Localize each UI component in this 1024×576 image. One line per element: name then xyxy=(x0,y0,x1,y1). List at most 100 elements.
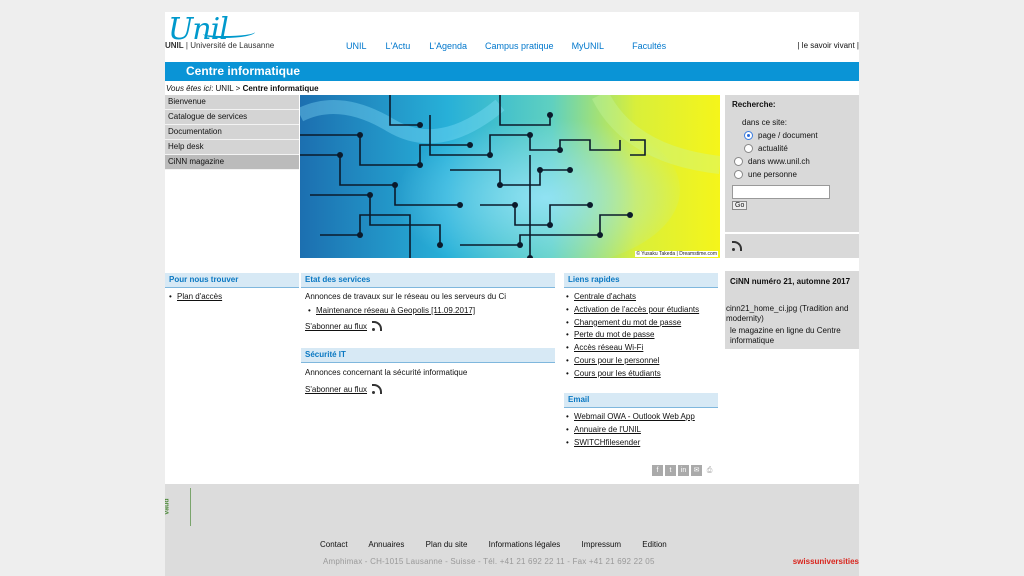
sidebar-item-bienvenue[interactable]: Bienvenue xyxy=(165,95,299,110)
subscribe-etat[interactable]: S'abonner au flux xyxy=(305,321,383,331)
link-cours-personnel[interactable]: Cours pour le personnel xyxy=(574,356,659,365)
breadcrumb: Vous êtes ici: UNIL > Centre informatiqu… xyxy=(166,84,319,93)
image-credit: © Yusaku Takeda | Dreamstime.com xyxy=(635,251,718,257)
unil-logo[interactable]: Unil UNIL | Université de Lausanne xyxy=(165,12,285,52)
footer-link-edition[interactable]: Edition xyxy=(642,540,666,549)
search-scope-label: dans ce site: xyxy=(742,118,787,127)
logo-text: UNIL | Université de Lausanne xyxy=(165,41,275,50)
page: Unil UNIL | Université de Lausanne UNIL … xyxy=(165,12,859,576)
radio-page-document[interactable]: page / document xyxy=(744,129,859,142)
nav-agenda[interactable]: L'Agenda xyxy=(429,41,467,51)
twitter-icon[interactable]: t xyxy=(665,465,676,476)
link-centrale-achats[interactable]: Centrale d'achats xyxy=(574,292,636,301)
etat-text: Annonces de travaux sur le réseau ou les… xyxy=(305,292,506,301)
nav-facultes[interactable]: Facultés xyxy=(632,41,666,51)
email-icon[interactable]: ✉ xyxy=(691,465,702,476)
tagline: | le savoir vivant | xyxy=(797,41,859,50)
radio-label: page / document xyxy=(758,131,818,140)
list-item[interactable]: Activation de l'accès pour étudiants xyxy=(565,305,699,318)
list-item[interactable]: Plan d'accès xyxy=(168,292,222,305)
radio-button-selected[interactable] xyxy=(744,131,753,140)
list-item[interactable]: Maintenance réseau à Geopolis [11.09.201… xyxy=(307,306,475,319)
link-maintenance[interactable]: Maintenance réseau à Geopolis [11.09.201… xyxy=(316,306,475,315)
cinn-panel: CiNN numéro 21, automne 2017 cinn21_home… xyxy=(725,271,859,349)
nav-actu[interactable]: L'Actu xyxy=(386,41,411,51)
facebook-icon[interactable]: f xyxy=(652,465,663,476)
sidebar: Bienvenue Catalogue de services Document… xyxy=(165,95,299,170)
link-activation-acces[interactable]: Activation de l'accès pour étudiants xyxy=(574,305,699,314)
radio-button[interactable] xyxy=(744,144,753,153)
vaud-logo[interactable]: vaud xyxy=(165,488,191,526)
link-annuaire[interactable]: Annuaire de l'UNIL xyxy=(574,425,641,434)
link-switchfilesender[interactable]: SWITCHfilesender xyxy=(574,438,640,447)
rss-icon[interactable] xyxy=(372,384,383,394)
footer-link-contact[interactable]: Contact xyxy=(320,540,348,549)
share-icons: f t in ✉ ⎙ xyxy=(652,465,715,476)
sidebar-item-documentation[interactable]: Documentation xyxy=(165,125,299,140)
list-item[interactable]: SWITCHfilesender xyxy=(565,438,695,451)
footer-link-informations-legales[interactable]: Informations légales xyxy=(489,540,561,549)
link-perte-mdp[interactable]: Perte du mot de passe xyxy=(574,330,655,339)
breadcrumb-prefix: Vous êtes ici xyxy=(166,84,212,93)
breadcrumb-sep: > xyxy=(233,84,243,93)
footer-address: Amphimax - CH-1015 Lausanne - Suisse - T… xyxy=(323,557,655,566)
radio-actualite[interactable]: actualité xyxy=(744,142,859,155)
rss-box xyxy=(725,234,859,258)
link-plan-acces[interactable]: Plan d'accès xyxy=(177,292,222,301)
list-item[interactable]: Annuaire de l'UNIL xyxy=(565,425,695,438)
list-item[interactable]: Webmail OWA - Outlook Web App xyxy=(565,412,695,425)
subscribe-securite[interactable]: S'abonner au flux xyxy=(305,384,383,394)
list-item[interactable]: Cours pour les étudiants xyxy=(565,369,699,382)
radio-personne[interactable]: une personne xyxy=(734,168,859,181)
top-nav: UNIL L'Actu L'Agenda Campus pratique MyU… xyxy=(346,41,666,51)
nav-myunil[interactable]: MyUNIL xyxy=(572,41,605,51)
section-title-bar: Centre informatique xyxy=(165,62,859,81)
swissuniversities-logo[interactable]: swissuniversities xyxy=(793,557,859,566)
footer-link-annuaires[interactable]: Annuaires xyxy=(368,540,404,549)
search-panel: Recherche: dans ce site: page / document… xyxy=(725,95,859,232)
box-title-securite: Sécurité IT xyxy=(301,348,555,363)
box-title-etat: Etat des services xyxy=(301,273,555,288)
section-title[interactable]: Centre informatique xyxy=(186,64,300,78)
rss-icon[interactable] xyxy=(732,241,742,251)
radio-label: dans www.unil.ch xyxy=(748,157,810,166)
linkedin-icon[interactable]: in xyxy=(678,465,689,476)
vaud-logo-text: vaud xyxy=(165,498,171,515)
radio-unil[interactable]: dans www.unil.ch xyxy=(734,155,859,168)
go-button[interactable]: Go xyxy=(732,201,748,210)
securite-text: Annonces concernant la sécurité informat… xyxy=(305,368,468,377)
footer-link-plan-du-site[interactable]: Plan du site xyxy=(426,540,468,549)
sidebar-item-cinn-magazine[interactable]: CiNN magazine xyxy=(165,155,299,170)
list-item[interactable]: Changement du mot de passe xyxy=(565,318,699,331)
footer-link-impressum[interactable]: Impressum xyxy=(582,540,622,549)
radio-label: actualité xyxy=(758,144,788,153)
subscribe-link[interactable]: S'abonner au flux xyxy=(305,322,367,331)
list-item[interactable]: Perte du mot de passe xyxy=(565,330,699,343)
rss-icon[interactable] xyxy=(372,321,383,331)
subscribe-link[interactable]: S'abonner au flux xyxy=(305,385,367,394)
print-icon[interactable]: ⎙ xyxy=(704,465,715,476)
radio-button[interactable] xyxy=(734,170,743,179)
cinn-title[interactable]: CiNN numéro 21, automne 2017 xyxy=(730,276,855,288)
hero-image: © Yusaku Takeda | Dreamstime.com xyxy=(300,95,720,258)
list-item[interactable]: Cours pour le personnel xyxy=(565,356,699,369)
cinn-image-alt[interactable]: cinn21_home_ci.jpg (Tradition and modern… xyxy=(726,304,856,324)
search-title: Recherche: xyxy=(732,100,776,109)
list-item[interactable]: Centrale d'achats xyxy=(565,292,699,305)
link-cours-etudiants[interactable]: Cours pour les étudiants xyxy=(574,369,661,378)
search-input[interactable] xyxy=(732,185,830,199)
link-webmail[interactable]: Webmail OWA - Outlook Web App xyxy=(574,412,695,421)
list-item[interactable]: Accès réseau Wi-Fi xyxy=(565,343,699,356)
breadcrumb-home[interactable]: UNIL xyxy=(216,84,234,93)
nav-campus[interactable]: Campus pratique xyxy=(485,41,554,51)
link-wifi[interactable]: Accès réseau Wi-Fi xyxy=(574,343,643,352)
footer: vaud Contact Annuaires Plan du site Info… xyxy=(165,484,859,576)
link-changement-mdp[interactable]: Changement du mot de passe xyxy=(574,318,681,327)
sidebar-item-help-desk[interactable]: Help desk xyxy=(165,140,299,155)
radio-button[interactable] xyxy=(734,157,743,166)
list-trouver: Plan d'accès xyxy=(168,292,222,305)
box-title-trouver: Pour nous trouver xyxy=(165,273,299,288)
nav-unil[interactable]: UNIL xyxy=(346,41,367,51)
box-title-email: Email xyxy=(564,393,718,408)
sidebar-item-catalogue[interactable]: Catalogue de services xyxy=(165,110,299,125)
